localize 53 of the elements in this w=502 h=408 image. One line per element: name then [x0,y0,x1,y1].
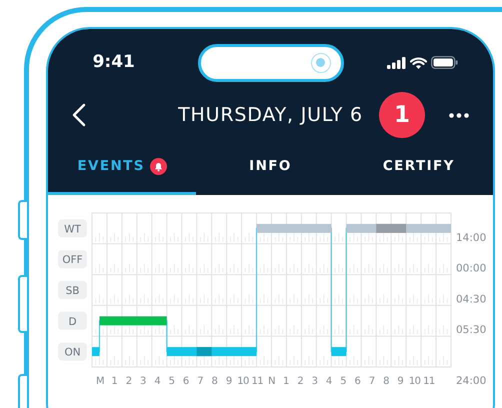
status-label: OFF [58,250,87,268]
hour-label: 4 [326,376,332,387]
hour-label: 7 [368,376,375,387]
battery-icon [430,56,458,69]
signal-icon [386,56,406,68]
more-icon[interactable] [449,113,469,118]
hour-label: 9 [226,376,232,387]
back-icon[interactable] [72,103,86,128]
tab[interactable]: INFO [196,147,345,195]
status-label: SB [58,281,87,299]
duration-total: 04:30 [456,293,486,306]
status-bar [99,316,167,326]
hour-label: M [96,376,104,387]
hour-label: 11 [423,376,435,387]
hour-label: 1 [283,376,289,387]
hour-label: 11 [252,376,264,387]
side-key [18,200,27,240]
side-key [18,275,27,333]
status-bar [92,347,100,356]
status-label: ON [58,342,87,361]
hour-label: 3 [312,376,318,387]
hour-label: 6 [354,376,360,387]
highlight-bar [376,224,406,233]
hour-label: 9 [397,376,404,387]
notification-count: 1 [379,92,425,138]
screen-title: THURSDAY, JULY 6 [178,102,363,128]
highlight-bar [196,347,212,356]
duration-total: 05:30 [456,324,486,336]
hour-label: 8 [383,376,389,387]
day-total: 24:00 [456,375,486,387]
camera-icon [310,52,330,72]
hour-label: 7 [197,376,203,387]
hour-label: 6 [182,376,189,387]
status-bar [331,347,346,356]
tab[interactable]: CERTIFY [344,147,493,195]
hour-label: 10 [237,376,249,387]
duration-total: 14:00 [456,232,486,244]
wifi-icon [410,56,427,68]
hour-label: 8 [212,376,218,387]
hour-label: N [268,376,276,387]
hour-label: 5 [168,376,174,387]
hour-label: 3 [140,376,146,387]
status-time: 9:41 [92,50,136,74]
status-label: D [58,312,87,330]
hour-label: 2 [126,376,132,387]
hour-label: 1 [111,376,118,387]
status-label: WT [58,219,87,238]
hour-label: 5 [340,376,346,387]
duration-total: 00:00 [456,262,486,275]
hour-label: 4 [154,376,160,387]
tab[interactable]: EVENTS [48,147,196,195]
hour-label: 10 [408,376,420,387]
hour-label: 2 [297,376,304,387]
